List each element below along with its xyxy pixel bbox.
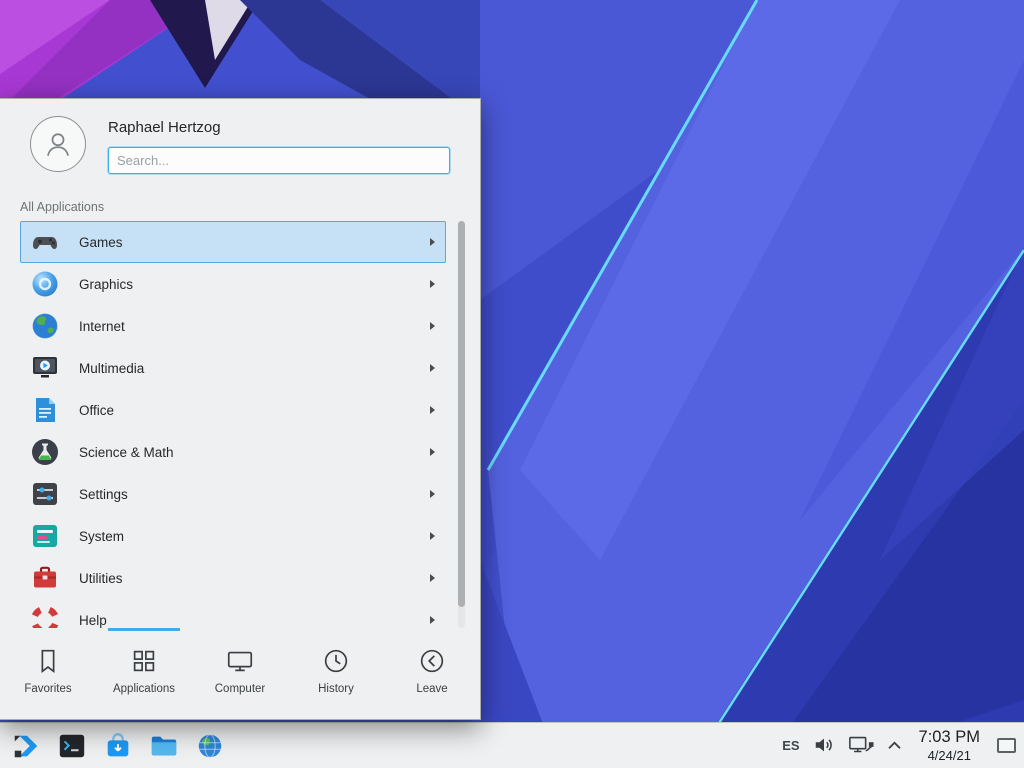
computer-icon [225,646,255,676]
category-games[interactable]: Games [20,221,446,263]
taskbar: ES 7:03 PM [0,722,1024,768]
submenu-arrow-icon [430,322,435,330]
scrollbar-handle[interactable] [458,221,465,607]
tab-label: Favorites [24,683,71,695]
category-settings[interactable]: Settings [20,473,446,515]
category-label: Graphics [79,277,133,292]
expand-tray-icon [887,740,902,751]
system-icon [29,520,61,552]
volume-icon [813,734,835,756]
desktop: Raphael Hertzog All Applications Games G… [0,0,1024,768]
launcher-tab-bar: Favorites Applications Computer History … [0,628,480,720]
games-icon [29,226,61,258]
user-avatar[interactable] [30,116,86,172]
terminal-button[interactable] [56,730,88,762]
scrollbar-track[interactable] [458,221,465,628]
application-launcher-menu: Raphael Hertzog All Applications Games G… [0,98,481,720]
terminal-icon [57,731,87,761]
internet-icon [29,310,61,342]
browser-icon [195,731,225,761]
discover-button[interactable] [102,730,134,762]
submenu-arrow-icon [430,364,435,372]
tab-applications[interactable]: Applications [96,628,192,720]
launcher-header: Raphael Hertzog [0,99,480,189]
show-desktop-button[interactable] [997,738,1016,753]
search-input[interactable] [108,147,450,174]
submenu-arrow-icon [430,406,435,414]
category-system[interactable]: System [20,515,446,557]
keyboard-layout-indicator[interactable]: ES [782,738,799,753]
multimedia-icon [29,352,61,384]
clock-time: 7:03 PM [919,728,980,747]
tab-label: History [318,683,354,695]
applications-icon [129,646,159,676]
category-label: Multimedia [79,361,144,376]
utilities-icon [29,562,61,594]
category-label: Internet [79,319,125,334]
submenu-arrow-icon [430,448,435,456]
science-icon [29,436,61,468]
graphics-icon [29,268,61,300]
taskbar-launchers [0,730,226,762]
tab-label: Computer [215,683,266,695]
tab-leave[interactable]: Leave [384,628,480,720]
category-label: Utilities [79,571,123,586]
user-name: Raphael Hertzog [108,119,221,136]
tab-history[interactable]: History [288,628,384,720]
category-science-math[interactable]: Science & Math [20,431,446,473]
favorites-icon [33,646,63,676]
tab-label: Leave [416,683,447,695]
history-icon [321,646,351,676]
volume-button[interactable] [813,734,835,756]
submenu-arrow-icon [430,490,435,498]
app-launcher-button[interactable] [10,730,42,762]
network-button[interactable] [848,733,874,757]
tab-computer[interactable]: Computer [192,628,288,720]
file-manager-icon [149,731,179,761]
submenu-arrow-icon [430,280,435,288]
submenu-arrow-icon [430,238,435,246]
category-graphics[interactable]: Graphics [20,263,446,305]
discover-icon [103,731,133,761]
category-help[interactable]: Help [20,599,446,628]
help-icon [29,604,61,628]
tab-label: Applications [113,683,175,695]
file-manager-button[interactable] [148,730,180,762]
category-list: Games Graphics Internet [20,221,446,628]
category-multimedia[interactable]: Multimedia [20,347,446,389]
expand-tray-button[interactable] [887,740,902,751]
digital-clock[interactable]: 7:03 PM 4/24/21 [919,728,980,763]
category-label: Games [79,235,123,250]
category-office[interactable]: Office [20,389,446,431]
submenu-arrow-icon [430,616,435,624]
leave-icon [417,646,447,676]
network-icon [848,733,874,757]
category-label: Settings [79,487,128,502]
app-launcher-icon [11,731,41,761]
system-tray: ES 7:03 PM [782,728,1024,763]
category-label: Office [79,403,114,418]
submenu-arrow-icon [430,532,435,540]
category-label: Science & Math [79,445,174,460]
clock-date: 4/24/21 [919,748,980,763]
settings-icon [29,478,61,510]
browser-button[interactable] [194,730,226,762]
office-icon [29,394,61,426]
category-label: Help [79,613,107,628]
category-utilities[interactable]: Utilities [20,557,446,599]
section-label: All Applications [20,200,104,214]
submenu-arrow-icon [430,574,435,582]
user-icon [41,127,75,161]
tab-favorites[interactable]: Favorites [0,628,96,720]
category-internet[interactable]: Internet [20,305,446,347]
category-label: System [79,529,124,544]
